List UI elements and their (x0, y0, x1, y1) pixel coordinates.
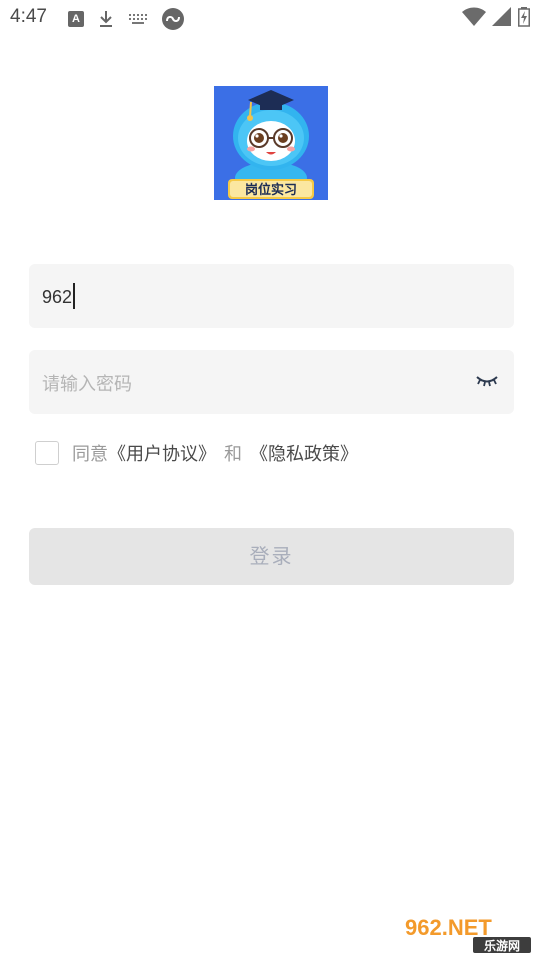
agree-and-text: 和 (224, 444, 242, 465)
signal-icon (492, 7, 511, 26)
text-caret (73, 283, 76, 309)
logo-badge-text: 岗位实习 (245, 182, 297, 198)
font-a-icon: A (68, 11, 84, 27)
wifi-icon (462, 7, 486, 26)
agree-prefix: 同意 (72, 444, 108, 465)
status-bar: 4:47 A (0, 0, 540, 36)
eye-closed-icon[interactable] (476, 374, 498, 388)
watermark-brand: 962.NET (405, 915, 492, 940)
status-time: 4:47 (10, 6, 47, 27)
battery-icon (518, 7, 530, 27)
watermark-logo: 962.NET 乐游网 (401, 913, 534, 955)
system-icons (462, 7, 530, 27)
privacy-policy-link[interactable]: 《隐私政策》 (250, 440, 358, 466)
mascot-icon: 岗位实习 (214, 86, 328, 200)
keyboard-icon (129, 14, 147, 24)
username-value: 962 (42, 286, 73, 307)
watermark-sub: 乐游网 (484, 938, 520, 953)
password-placeholder: 请输入密码 (42, 374, 132, 395)
app-logo: 岗位实习 (214, 86, 328, 200)
username-input[interactable]: 962 (42, 283, 76, 311)
login-button[interactable]: 登录 (29, 528, 514, 585)
download-icon (100, 11, 112, 27)
agree-checkbox[interactable] (35, 441, 59, 465)
sync-icon (162, 8, 184, 30)
notification-icons: A (68, 8, 184, 30)
user-agreement-link[interactable]: 《用户协议》 (108, 440, 216, 466)
password-field[interactable]: 请输入密码 (29, 350, 514, 414)
username-field[interactable]: 962 (29, 264, 514, 328)
agreement-row: 同意 《用户协议》 和 《隐私政策》 (35, 440, 358, 466)
